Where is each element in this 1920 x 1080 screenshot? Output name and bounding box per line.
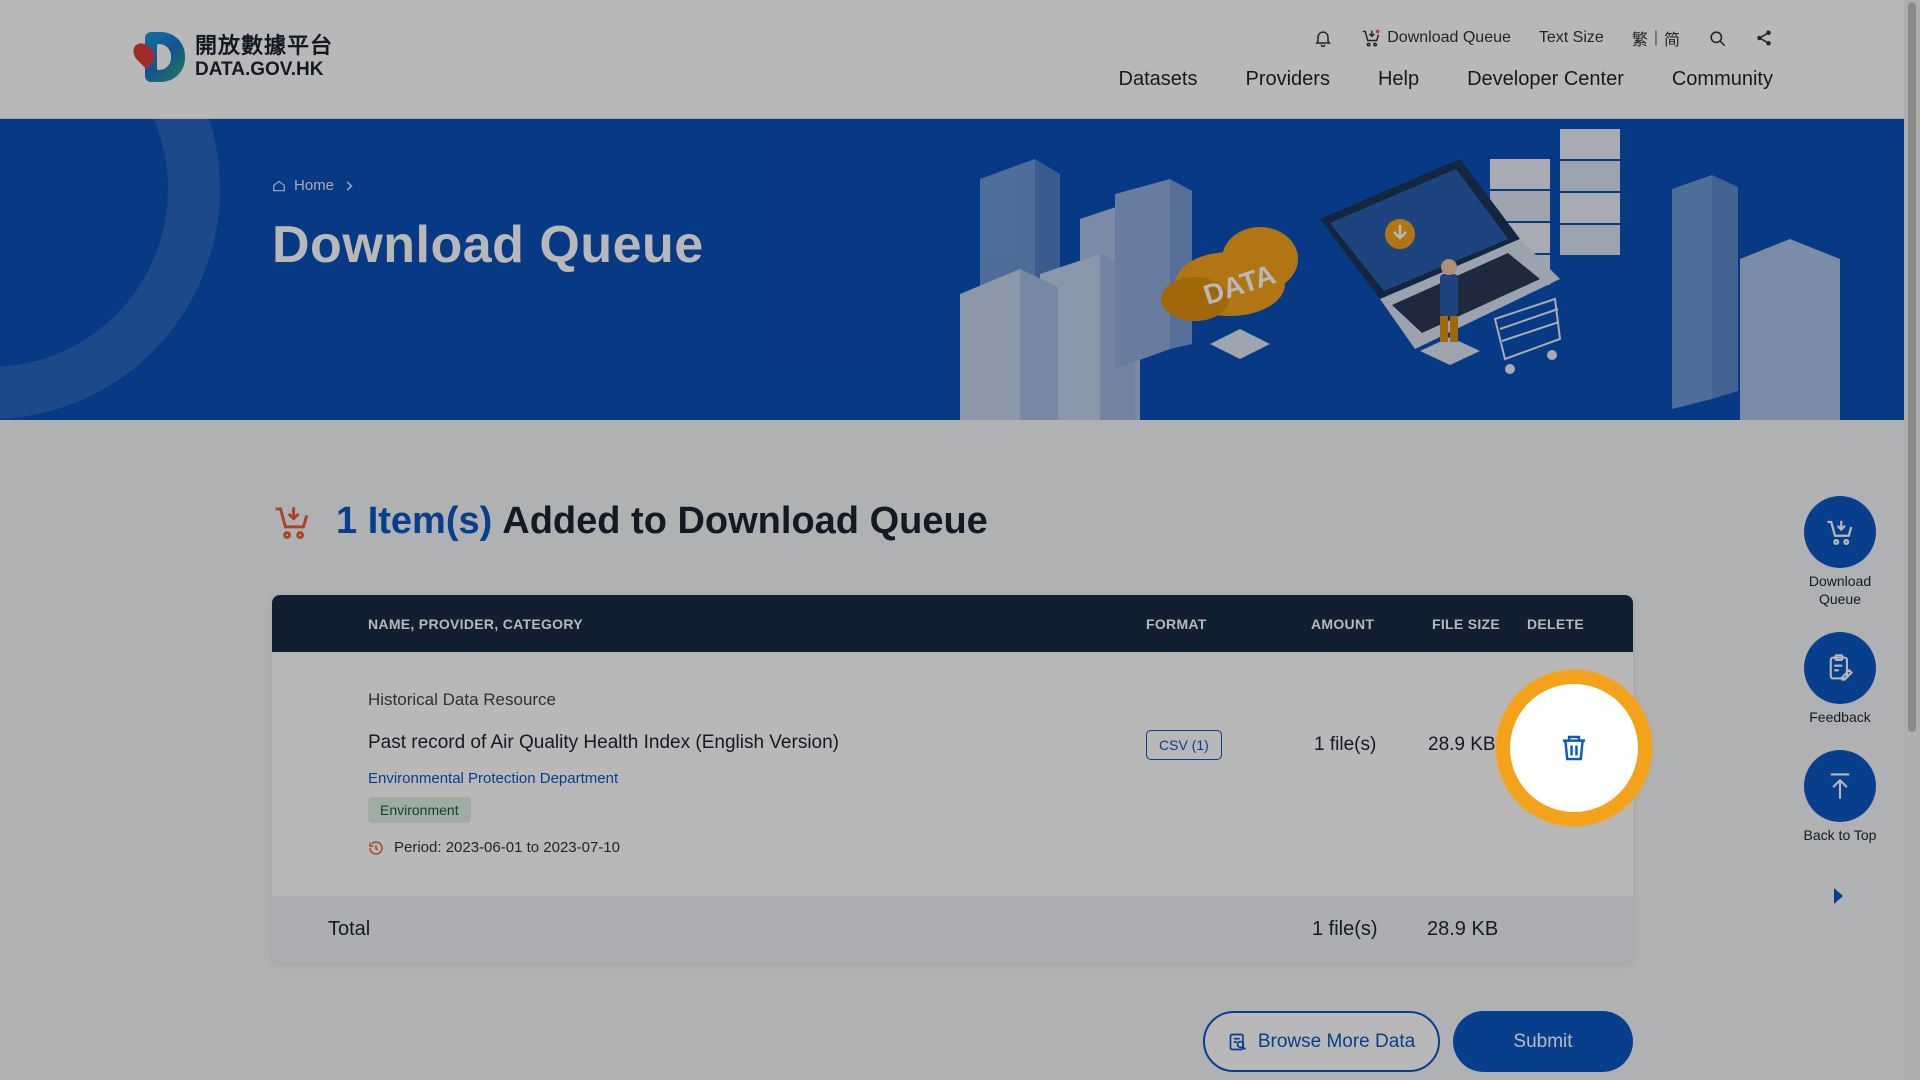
share-icon [1757,30,1771,46]
submit-label: Submit [1513,1030,1573,1052]
header-file-size: FILE SIZE [1432,616,1501,632]
table-row: Historical Data Resource Past record of … [272,652,1633,896]
nav-providers[interactable]: Providers [1245,68,1329,91]
chevron-right-icon [346,180,353,191]
arrow-up-icon [1830,773,1850,799]
submit-button[interactable]: Submit [1453,1011,1633,1072]
breadcrumb: Home [272,177,356,194]
site-logo[interactable]: 開放數據平台 DATA.GOV.HK [129,30,334,84]
notification-button[interactable] [1313,28,1333,48]
page-title: Download Queue [272,216,704,274]
period-text: Period: 2023-06-01 to 2023-07-10 [394,839,620,856]
period-info: Period: 2023-06-01 to 2023-07-10 [368,839,620,856]
dataset-name[interactable]: Past record of Air Quality Health Index … [368,732,839,754]
text-size-button[interactable]: Text Size [1539,29,1604,47]
logo-text-zh: 開放數據平台 [195,33,334,58]
share-button[interactable] [1755,29,1773,47]
side-download-queue-button[interactable] [1804,496,1876,568]
download-queue-link[interactable]: Download Queue [1361,29,1511,47]
cart-download-icon [1827,520,1853,545]
feedback-icon [1829,654,1854,681]
language-switcher: 繁 | 简 [1632,26,1680,50]
header-name: NAME, PROVIDER, CATEGORY [368,616,583,632]
header-delete: DELETE [1527,616,1585,632]
queue-summary-text: Added to Download Queue [502,500,988,542]
side-feedback-button[interactable] [1804,632,1876,704]
page-banner: Home Download Queue DATA [0,119,1904,420]
total-label: Total [328,918,371,940]
lang-traditional[interactable]: 繁 [1632,26,1648,50]
nav-datasets[interactable]: Datasets [1119,68,1198,91]
delete-button[interactable] [1496,670,1652,826]
side-download-queue-label: Download Queue [1808,573,1872,608]
search-button[interactable] [1708,29,1727,48]
queue-item-count: 1 Item(s) [336,500,493,542]
nav-community[interactable]: Community [1672,68,1773,91]
lang-separator: | [1653,29,1658,46]
logo-text-en: DATA.GOV.HK [195,59,324,80]
banner-illustration: DATA [960,129,1840,420]
back-to-top-label: Back to Top [1803,827,1877,843]
table-header: NAME, PROVIDER, CATEGORY FORMAT AMOUNT F… [272,595,1633,652]
utility-bar: Download Queue Text Size 繁 | 简 [1285,26,1773,50]
total-amount: 1 file(s) [1312,918,1378,940]
breadcrumb-home[interactable]: Home [294,177,334,194]
download-queue-table: NAME, PROVIDER, CATEGORY FORMAT AMOUNT F… [272,595,1633,962]
side-feedback-label: Feedback [1809,709,1871,725]
site-header: 開放數據平台 DATA.GOV.HK Download Queue Text S… [0,0,1904,119]
browse-more-data-button[interactable]: Browse More Data [1203,1011,1440,1072]
cart-download-icon [275,506,309,539]
history-icon [369,840,383,855]
home-icon [273,180,285,191]
browse-more-data-label: Browse More Data [1257,1030,1416,1052]
header-amount: AMOUNT [1311,616,1375,632]
main-navigation: Datasets Providers Help Developer Center… [1119,68,1773,91]
banner-arc-decoration [0,119,220,419]
format-badge[interactable]: CSV (1) [1146,730,1222,760]
total-file-size: 28.9 KB [1427,918,1499,940]
scrollbar-thumb[interactable] [1908,2,1916,732]
row-amount: 1 file(s) [1314,734,1377,755]
nav-help[interactable]: Help [1378,68,1419,91]
search-icon [1710,30,1726,46]
category-tag: Environment [368,797,471,823]
provider-link[interactable]: Environmental Protection Department [368,770,618,787]
table-total-row: Total 1 file(s) 28.9 KB [272,896,1633,962]
lang-simplified[interactable]: 简 [1664,26,1680,50]
back-to-top-button[interactable] [1804,750,1876,822]
nav-developer-center[interactable]: Developer Center [1467,68,1624,91]
download-queue-label: Download Queue [1387,29,1511,46]
side-collapse-arrow-icon[interactable] [1834,888,1843,904]
page-scrollbar[interactable] [1904,0,1920,1080]
browse-data-icon [1229,1033,1246,1050]
logo-mark-icon [129,30,189,84]
queue-summary-title: 1 Item(s) Added to Download Queue [272,500,988,543]
row-file-size: 28.9 KB [1428,734,1496,755]
cart-download-icon [1363,29,1380,47]
bell-icon [1315,31,1331,48]
resource-type: Historical Data Resource [368,690,557,709]
trash-icon [1562,735,1586,761]
header-format: FORMAT [1146,616,1207,632]
